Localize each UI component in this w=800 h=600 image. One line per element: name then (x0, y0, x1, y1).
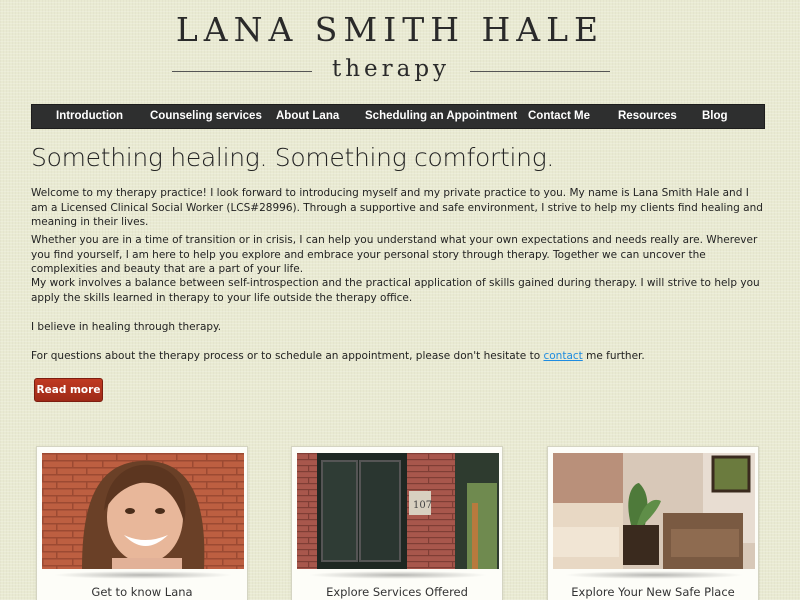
intro-paragraph: Welcome to my therapy practice! I look f… (31, 187, 763, 228)
logo-name[interactable]: LANA SMITH HALE (0, 10, 780, 49)
card-label[interactable]: Get to know Lana (37, 585, 247, 599)
transition-paragraph: Whether you are in a time of transition … (31, 234, 758, 275)
contact-text-before: For questions about the therapy process … (31, 350, 544, 362)
main-nav: Introduction Counseling services About L… (31, 104, 765, 129)
belief-paragraph: I believe in healing through therapy. (31, 321, 222, 333)
office-interior-photo[interactable] (553, 453, 755, 569)
card-explore-safe-place[interactable]: Explore Your New Safe Place (547, 446, 759, 600)
contact-link[interactable]: contact (543, 350, 582, 362)
card-shadow (308, 571, 488, 579)
nav-item-contact-me[interactable]: Contact Me (528, 110, 590, 122)
logo-subtitle[interactable]: therapy (320, 56, 462, 82)
logo-divider-right (470, 71, 610, 72)
site-header: LANA SMITH HALE therapy (0, 0, 800, 100)
read-more-button[interactable]: Read more (34, 378, 103, 402)
card-label[interactable]: Explore Your New Safe Place (548, 585, 758, 599)
contact-paragraph: For questions about the therapy process … (31, 349, 766, 364)
page-headline: Something healing. Something comforting. (31, 143, 555, 172)
card-explore-services[interactable]: 107 Explore Services Offered (291, 446, 503, 600)
nav-item-scheduling[interactable]: Scheduling an Appointment (365, 110, 517, 122)
contact-text-after: me further. (582, 350, 645, 362)
nav-item-blog[interactable]: Blog (702, 110, 728, 122)
portrait-photo[interactable] (42, 453, 244, 569)
nav-item-resources[interactable]: Resources (618, 110, 677, 122)
nav-item-about-lana[interactable]: About Lana (276, 110, 339, 122)
nav-item-introduction[interactable]: Introduction (56, 110, 123, 122)
card-shadow (564, 571, 744, 579)
card-get-to-know-lana[interactable]: Get to know Lana (36, 446, 248, 600)
balance-paragraph: My work involves a balance between self-… (31, 277, 760, 304)
building-entrance-photo[interactable]: 107 (297, 453, 499, 569)
card-shadow (53, 571, 233, 579)
logo-divider-left (172, 71, 312, 72)
nav-item-counseling-services[interactable]: Counseling services (150, 110, 262, 122)
address-number: 107 (413, 500, 432, 511)
card-label[interactable]: Explore Services Offered (292, 585, 502, 599)
